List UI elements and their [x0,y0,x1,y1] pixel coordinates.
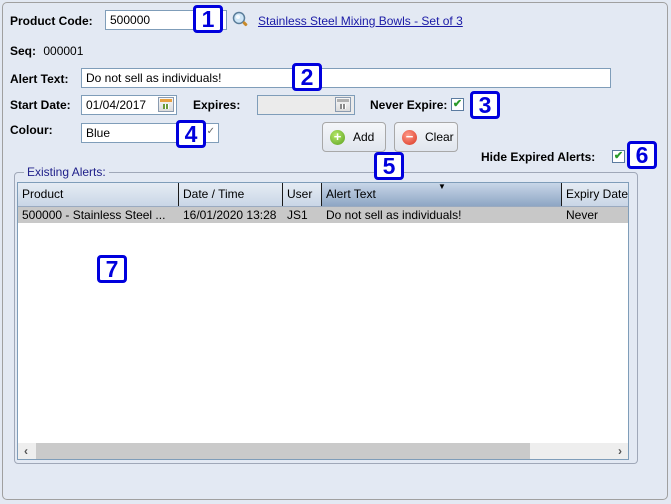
product-code-label: Product Code: [10,14,93,28]
column-header-product[interactable]: Product [18,183,179,206]
start-date-label: Start Date: [10,98,71,112]
cell-expiry-date: Never [566,208,599,222]
product-description-link[interactable]: Stainless Steel Mixing Bowls - Set of 3 [258,14,463,28]
column-header-date-time[interactable]: Date / Time [179,183,283,206]
table-header: Product Date / Time User Alert Text ▼ Ex… [18,183,628,207]
sort-desc-icon: ▼ [438,183,446,191]
calendar-icon-disabled[interactable] [335,97,351,112]
search-icon[interactable] [232,11,250,29]
seq-value: 000001 [43,44,84,58]
cell-alert-text: Do not sell as individuals! [326,208,462,222]
expires-label: Expires: [193,98,241,112]
seq-display: Seq: 000001 [10,44,83,58]
colour-select-value: Blue [86,126,111,140]
annotation-badge-6: 6 [627,141,657,169]
annotation-badge-3: 3 [470,91,500,119]
colour-label: Colour: [10,123,53,137]
clear-button[interactable]: − Clear [394,122,458,152]
column-header-user[interactable]: User [283,183,322,206]
cell-user: JS1 [287,208,308,222]
check-icon: ✔ [613,150,624,162]
column-header-alert-text[interactable]: Alert Text ▼ [322,183,562,206]
hide-expired-checkbox[interactable]: ✔ [612,150,625,163]
alert-text-label: Alert Text: [10,72,69,86]
calendar-icon[interactable] [158,97,174,112]
scroll-right-icon[interactable]: › [612,443,628,459]
annotation-badge-4: 4 [176,120,206,148]
hide-expired-label: Hide Expired Alerts: [481,150,596,164]
annotation-badge-5: 5 [374,152,404,180]
add-button-label: Add [353,130,375,144]
alerts-table: Product Date / Time User Alert Text ▼ Ex… [17,182,629,460]
check-icon: ✔ [452,98,463,110]
horizontal-scrollbar[interactable]: ‹ › [18,443,628,459]
annotation-badge-2: 2 [292,63,322,91]
alert-text-input[interactable]: Do not sell as individuals! [81,68,611,88]
chevron-down-icon: ✓ [206,126,215,137]
scrollbar-thumb[interactable] [36,443,530,459]
column-header-expiry-date[interactable]: Expiry Date [562,183,628,206]
clear-button-label: Clear [425,130,454,144]
cell-product: 500000 - Stainless Steel ... [22,208,166,222]
scroll-left-icon[interactable]: ‹ [18,443,34,459]
never-expire-label: Never Expire: [370,98,448,112]
cell-date-time: 16/01/2020 13:28 [183,208,277,222]
never-expire-checkbox[interactable]: ✔ [451,98,464,111]
minus-icon: − [402,129,417,145]
table-row[interactable]: 500000 - Stainless Steel ... 16/01/2020 … [18,207,628,223]
seq-label: Seq: [10,44,37,58]
column-header-alert-text-label: Alert Text [326,187,376,201]
existing-alerts-title: Existing Alerts: [24,165,109,179]
annotation-badge-7: 7 [97,255,127,283]
add-button[interactable]: + Add [322,122,386,152]
annotation-badge-1: 1 [193,5,223,33]
plus-icon: + [330,129,345,145]
